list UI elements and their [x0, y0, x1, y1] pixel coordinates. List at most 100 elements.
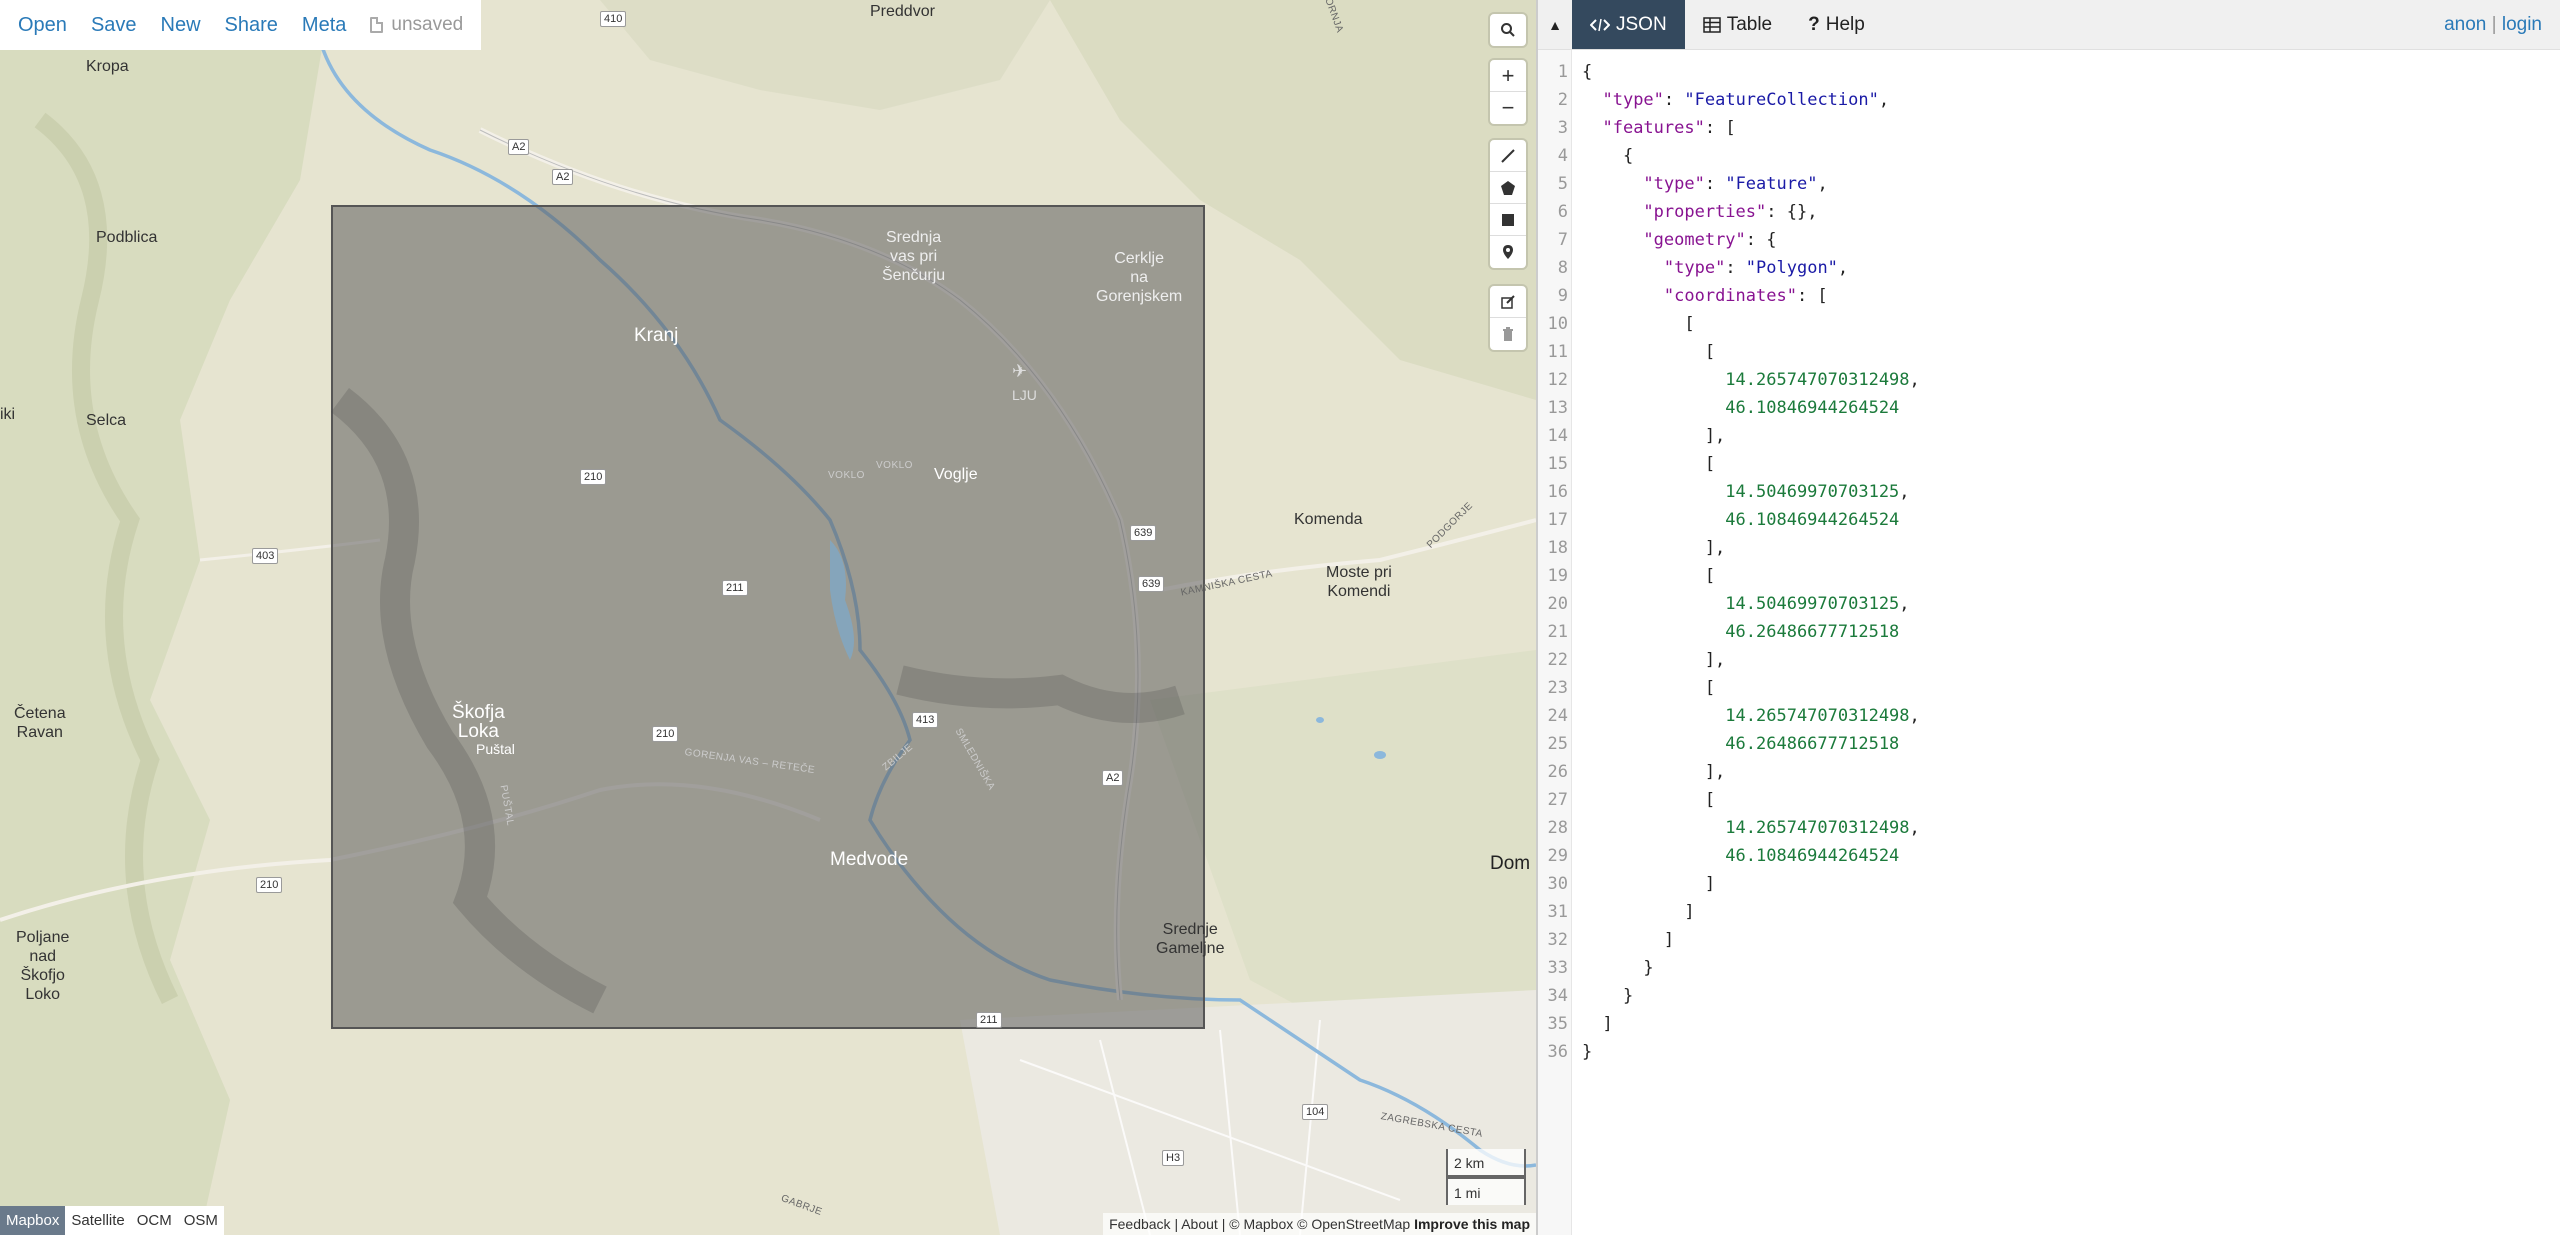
caret-up-icon: ▲: [1548, 16, 1562, 33]
delete-layers-button[interactable]: [1490, 318, 1526, 350]
osm-attribution-link[interactable]: © OpenStreetMap: [1297, 1216, 1410, 1232]
code-line[interactable]: ]: [1582, 1010, 1612, 1038]
code-line[interactable]: "coordinates": [: [1582, 282, 1828, 310]
tab-help[interactable]: ? Help: [1790, 0, 1883, 49]
feedback-link[interactable]: Feedback: [1109, 1216, 1170, 1232]
code-line[interactable]: 14.265747070312498,: [1582, 702, 1919, 730]
code-line[interactable]: ]: [1582, 926, 1674, 954]
code-line[interactable]: 46.10846944264524: [1582, 842, 1899, 870]
code-line[interactable]: }: [1582, 954, 1653, 982]
map-scale: 2 km 1 mi: [1446, 1149, 1526, 1205]
code-line[interactable]: ]: [1582, 898, 1694, 926]
zoom-out-button[interactable]: −: [1490, 92, 1526, 124]
code-line[interactable]: ]: [1582, 870, 1715, 898]
road-shield: 211: [722, 580, 748, 596]
basemap-ocm[interactable]: OCM: [131, 1206, 178, 1235]
basemap-satellite[interactable]: Satellite: [65, 1206, 130, 1235]
improve-map-link[interactable]: Improve this map: [1414, 1216, 1530, 1232]
code-line[interactable]: [: [1582, 338, 1715, 366]
search-icon: [1501, 23, 1515, 37]
code-line[interactable]: ],: [1582, 646, 1725, 674]
place-label: Četena Ravan: [14, 705, 66, 741]
code-line[interactable]: 14.50469970703125,: [1582, 478, 1909, 506]
code-line[interactable]: "geometry": {: [1582, 226, 1776, 254]
code-line[interactable]: "type": "Polygon",: [1582, 254, 1848, 282]
edit-control: [1490, 286, 1526, 350]
code-line[interactable]: [: [1582, 562, 1715, 590]
line-number: 7: [1557, 230, 1568, 250]
code-line[interactable]: 46.26486677712518: [1582, 618, 1899, 646]
draw-marker-button[interactable]: [1490, 236, 1526, 268]
draw-polygon-button[interactable]: [1490, 172, 1526, 204]
login-link[interactable]: login: [2502, 14, 2542, 35]
code-line[interactable]: }: [1582, 1038, 1592, 1066]
line-number: 35: [1547, 1014, 1568, 1034]
airport-icon: ✈: [1012, 361, 1028, 381]
map-canvas[interactable]: [0, 0, 1536, 1235]
json-editor[interactable]: 1 {2 "type": "FeatureCollection", 3 "featu…: [1538, 50, 2560, 1235]
document-icon: [370, 17, 384, 33]
line-number: 12: [1547, 370, 1568, 390]
code-line[interactable]: ],: [1582, 534, 1725, 562]
about-link[interactable]: About: [1181, 1216, 1218, 1232]
line-number: 2: [1557, 90, 1568, 110]
road-shield: 211: [976, 1012, 1002, 1028]
code-line[interactable]: 46.10846944264524: [1582, 506, 1899, 534]
anon-link[interactable]: anon: [2444, 14, 2486, 35]
code-line[interactable]: [: [1582, 310, 1694, 338]
editor-panel: ▲ JSON Table ? Help anon | login 1{2 "ty…: [1536, 0, 2560, 1235]
code-line[interactable]: {: [1582, 142, 1633, 170]
open-button[interactable]: Open: [6, 0, 79, 50]
save-button[interactable]: Save: [79, 0, 149, 50]
tab-json[interactable]: JSON: [1572, 0, 1685, 49]
code-line[interactable]: "type": "Feature",: [1582, 170, 1827, 198]
code-line[interactable]: 14.265747070312498,: [1582, 366, 1919, 394]
basemap-osm[interactable]: OSM: [178, 1206, 224, 1235]
airport-label: LJU: [1012, 387, 1037, 403]
map-search-button[interactable]: [1490, 14, 1526, 46]
tab-table[interactable]: Table: [1685, 0, 1790, 49]
code-line[interactable]: 46.10846944264524: [1582, 394, 1899, 422]
meta-button[interactable]: Meta: [290, 0, 358, 50]
code-line[interactable]: 14.265747070312498,: [1582, 814, 1919, 842]
line-number: 23: [1547, 678, 1568, 698]
code-line[interactable]: {: [1582, 58, 1592, 86]
code-line[interactable]: ],: [1582, 422, 1725, 450]
edit-layers-button[interactable]: [1490, 286, 1526, 318]
code-line[interactable]: "properties": {},: [1582, 198, 1817, 226]
tab-help-label: Help: [1825, 13, 1865, 35]
file-menu: Open Save New Share Meta unsaved: [0, 0, 482, 50]
road-shield: 639: [1138, 576, 1165, 592]
draw-line-button[interactable]: [1490, 140, 1526, 172]
zoom-control: + −: [1490, 60, 1526, 124]
code-line[interactable]: }: [1582, 982, 1633, 1010]
line-number: 10: [1547, 314, 1568, 334]
code-line[interactable]: 14.50469970703125,: [1582, 590, 1909, 618]
line-number: 13: [1547, 398, 1568, 418]
line-number: 29: [1547, 846, 1568, 866]
code-line[interactable]: 46.26486677712518: [1582, 730, 1899, 758]
basemap-switcher: Mapbox Satellite OCM OSM: [0, 1206, 224, 1235]
map-view[interactable]: Preddvor Kropa Podblica Kranj Srednja va…: [0, 0, 1536, 1235]
draw-rectangle-button[interactable]: [1490, 204, 1526, 236]
code-line[interactable]: [: [1582, 786, 1715, 814]
code-line[interactable]: [: [1582, 450, 1715, 478]
place-label: Podblica: [96, 229, 158, 246]
line-number: 22: [1547, 650, 1568, 670]
share-button[interactable]: Share: [213, 0, 290, 50]
line-number: 27: [1547, 790, 1568, 810]
code-icon: [1590, 18, 1610, 31]
road-shield: A2: [1102, 770, 1124, 786]
zoom-in-button[interactable]: +: [1490, 60, 1526, 92]
code-line[interactable]: "features": [: [1582, 114, 1735, 142]
code-line[interactable]: "type": "FeatureCollection",: [1582, 86, 1889, 114]
line-number: 26: [1547, 762, 1568, 782]
code-line[interactable]: ],: [1582, 758, 1725, 786]
mapbox-attribution-link[interactable]: © Mapbox: [1229, 1216, 1293, 1232]
code-line[interactable]: [: [1582, 674, 1715, 702]
road-shield: 403: [252, 548, 279, 564]
basemap-mapbox[interactable]: Mapbox: [0, 1206, 66, 1235]
new-button[interactable]: New: [149, 0, 213, 50]
place-label: Dom: [1490, 853, 1531, 874]
collapse-panel-button[interactable]: ▲: [1538, 0, 1572, 49]
